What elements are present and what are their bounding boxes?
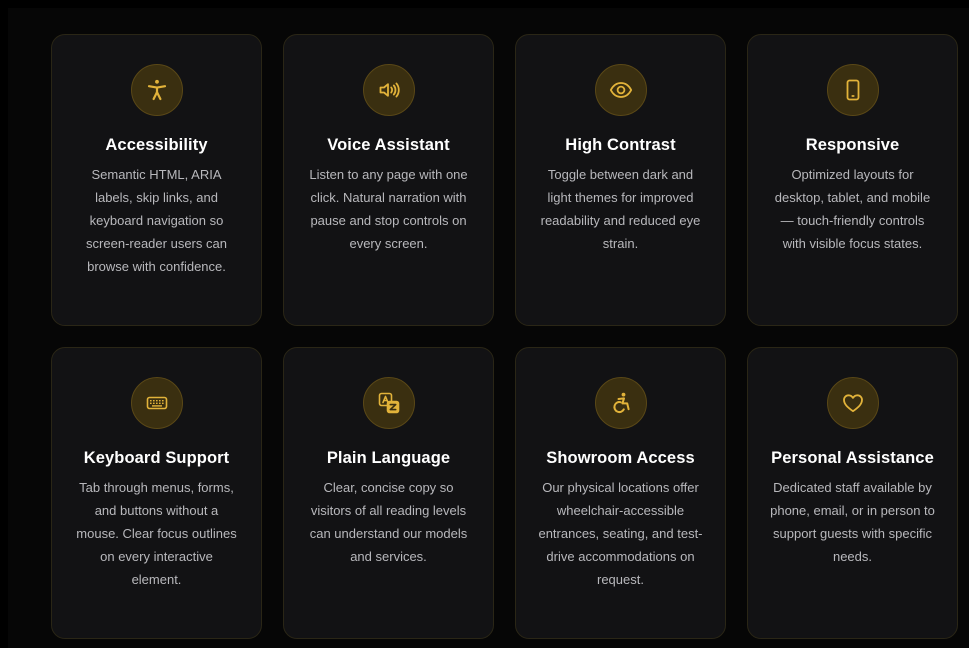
feature-card-voice-assistant: Voice Assistant Listen to any page with …	[283, 34, 494, 326]
feature-description: Toggle between dark and light themes for…	[540, 167, 701, 251]
feature-card-high-contrast: High Contrast Toggle between dark and li…	[515, 34, 726, 326]
feature-description: Optimized layouts for desktop, tablet, a…	[774, 167, 931, 251]
feature-description: Listen to any page with one click. Natur…	[309, 167, 468, 251]
feature-title: Responsive	[805, 136, 900, 154]
feature-title: High Contrast	[565, 136, 676, 154]
feature-description: Semantic HTML, ARIA labels, skip links, …	[86, 167, 227, 274]
feature-description: Tab through menus, forms, and buttons wi…	[76, 480, 237, 587]
feature-title: Accessibility	[105, 136, 208, 154]
feature-card-responsive: Responsive Optimized layouts for desktop…	[747, 34, 958, 326]
eye-icon	[594, 64, 647, 116]
feature-title: Plain Language	[326, 449, 451, 467]
feature-description: Dedicated staff available by phone, emai…	[770, 480, 935, 564]
feature-title: Keyboard Support	[83, 449, 230, 467]
accessibility-features-section: Accessibility Semantic HTML, ARIA labels…	[8, 8, 969, 648]
feature-title: Personal Assistance	[771, 449, 934, 467]
accessibility-person-icon	[130, 64, 183, 116]
feature-card-showroom-access: Showroom Access Our physical locations o…	[515, 347, 726, 639]
feature-title: Voice Assistant	[327, 136, 450, 154]
mobile-phone-icon	[826, 64, 879, 116]
feature-description: Clear, concise copy so visitors of all r…	[309, 480, 468, 564]
translate-icon	[362, 377, 415, 429]
feature-card-accessibility: Accessibility Semantic HTML, ARIA labels…	[51, 34, 262, 326]
feature-title: Showroom Access	[546, 449, 695, 467]
heart-icon	[826, 377, 879, 429]
speaker-volume-icon	[362, 64, 415, 116]
keyboard-icon	[130, 377, 183, 429]
feature-grid: Accessibility Semantic HTML, ARIA labels…	[51, 34, 958, 639]
feature-card-personal-assistance: Personal Assistance Dedicated staff avai…	[747, 347, 958, 639]
feature-description: Our physical locations offer wheelchair-…	[538, 480, 703, 587]
feature-card-keyboard-support: Keyboard Support Tab through menus, form…	[51, 347, 262, 639]
feature-card-plain-language: Plain Language Clear, concise copy so vi…	[283, 347, 494, 639]
wheelchair-icon	[594, 377, 647, 429]
